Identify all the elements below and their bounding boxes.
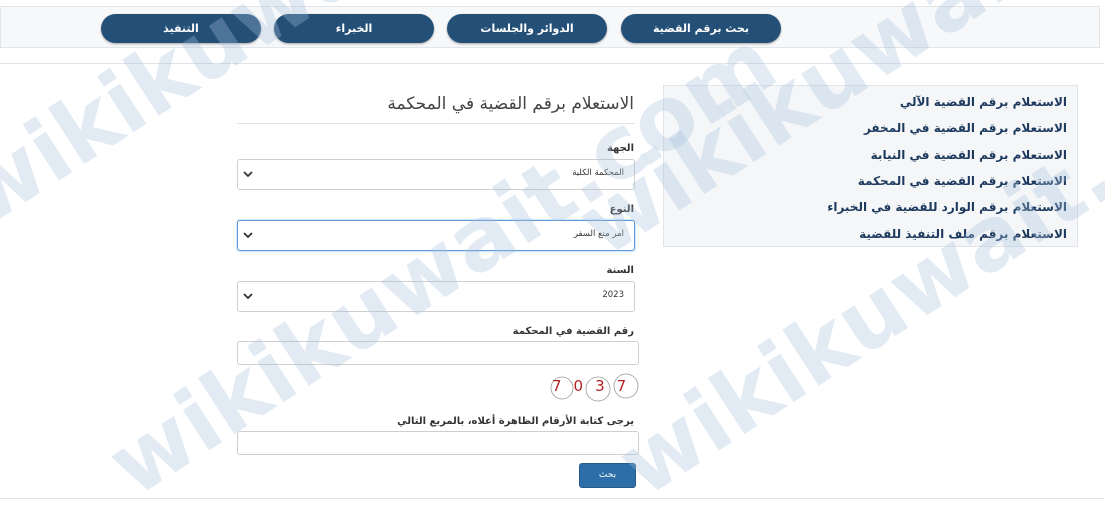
type-label: النوع [609, 204, 634, 215]
tab-search-by-case-number[interactable]: بحث برقم القضية [621, 14, 781, 43]
sidebar-link-prosecution[interactable]: الاستعلام برقم القضية في النيابة [871, 148, 1067, 162]
sidebar-link-auto-case[interactable]: الاستعلام برقم القضية الآلي [900, 95, 1067, 109]
case-number-input[interactable] [237, 341, 639, 365]
captcha-instruction-label: يرجى كتابة الأرقام الظاهرة أعلاه، بالمرب… [397, 416, 634, 427]
sidebar-link-execution-file[interactable]: الاستعلام برقم ملف التنفيذ للقضية [859, 227, 1067, 241]
title-divider [237, 123, 635, 124]
chevron-down-icon [243, 293, 253, 300]
year-selected-value: 2023 [602, 290, 624, 300]
authority-select[interactable]: المحكمة الكلية [237, 159, 635, 190]
sidebar-link-police-station[interactable]: الاستعلام برقم القضية في المخفر [864, 121, 1067, 135]
type-select[interactable]: امر منع السفر [237, 220, 635, 251]
year-select[interactable]: 2023 [237, 281, 635, 312]
type-selected-value: امر منع السفر [573, 229, 624, 239]
captcha-image: 7037 [550, 373, 639, 402]
chevron-down-icon [243, 171, 253, 178]
inquiry-sidebar: الاستعلام برقم القضية الآلي الاستعلام بر… [663, 85, 1078, 247]
authority-label: الجهة [606, 143, 634, 154]
tab-circuits-and-sessions[interactable]: الدوائر والجلسات [447, 14, 607, 43]
chevron-down-icon [243, 232, 253, 239]
sidebar-link-experts-incoming[interactable]: الاستعلام برقم الوارد للقضية في الخبراء [827, 200, 1067, 214]
tab-experts[interactable]: الخبراء [274, 14, 434, 43]
sidebar-link-court[interactable]: الاستعلام برقم القضية في المحكمة [858, 174, 1067, 188]
search-submit-button[interactable]: بحث [579, 463, 636, 488]
year-label: السنة [606, 265, 634, 276]
captcha-digits: 7037 [552, 377, 638, 395]
captcha-input[interactable] [237, 431, 639, 455]
tab-execution[interactable]: التنفيذ [101, 14, 261, 43]
form-title: الاستعلام برقم القضية في المحكمة [387, 94, 634, 114]
authority-selected-value: المحكمة الكلية [572, 168, 624, 178]
case-number-label: رقم القضية في المحكمة [512, 326, 634, 337]
